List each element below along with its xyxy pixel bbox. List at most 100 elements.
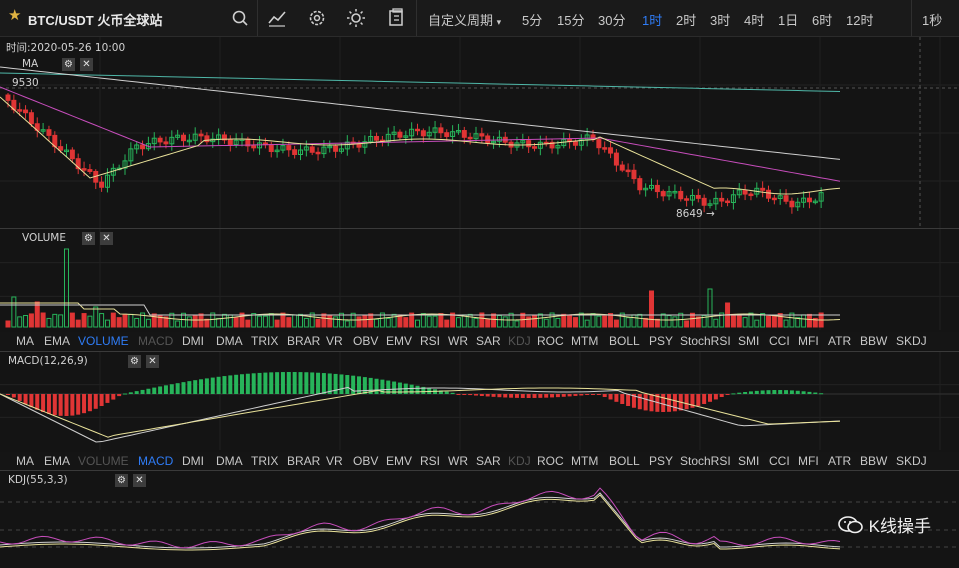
period-1s[interactable]: 1秒 [922,10,942,29]
macd-close-icon[interactable]: ✕ [146,355,159,368]
macd-histogram-bar [228,375,233,394]
indicator-tab-bbw[interactable]: BBW [860,334,887,348]
macd-histogram-bar [778,390,783,394]
indicator-tab-wr[interactable]: WR [448,334,468,348]
chart-type-icon[interactable] [266,7,288,29]
volume-bar [327,315,333,328]
indicator-tab-sar[interactable]: SAR [476,334,501,348]
ma-line-long [0,72,841,92]
indicator-tab-stochrsi[interactable]: StochRSI [680,454,731,468]
indicator-tab-sar[interactable]: SAR [476,454,501,468]
indicator-tab-kdj[interactable]: KDJ [508,334,531,348]
indicator-tab-psy[interactable]: PSY [649,334,673,348]
indicator-tab-stochrsi[interactable]: StochRSI [680,334,731,348]
candle [608,147,614,154]
indicator-tab-cci[interactable]: CCI [769,334,790,348]
period-5m[interactable]: 5分 [522,10,542,29]
indicator-tab-mfi[interactable]: MFI [798,454,819,468]
indicator-tab-trix[interactable]: TRIX [251,334,278,348]
indicator-tab-cci[interactable]: CCI [769,454,790,468]
indicator-tab-ema[interactable]: EMA [44,334,70,348]
indicator-tab-emv[interactable]: EMV [386,454,412,468]
indicator-tab-atr[interactable]: ATR [828,454,851,468]
indicator-tab-smi[interactable]: SMI [738,454,759,468]
indicator-tab-kdj[interactable]: KDJ [508,454,531,468]
volume-bar [742,317,748,328]
macd-histogram-bar [766,390,771,394]
indicator-tab-roc[interactable]: ROC [537,454,564,468]
indicator-tab-vr[interactable]: VR [326,334,343,348]
indicator-tab-dmi[interactable]: DMI [182,334,204,348]
candle [771,197,777,201]
price-chart[interactable] [0,37,959,229]
period-1h[interactable]: 1时 [642,10,662,29]
indicator-tab-obv[interactable]: OBV [353,334,378,348]
kdj-settings-gear-icon[interactable]: ⚙ [115,474,128,487]
macd-histogram-bar [614,394,619,402]
indicator-tab-ma[interactable]: MA [16,454,34,468]
ma-close-icon[interactable]: ✕ [80,58,93,71]
layout-icon[interactable] [385,7,407,29]
search-icon[interactable] [229,7,251,29]
macd-settings-gear-icon[interactable]: ⚙ [128,355,141,368]
indicator-tab-smi[interactable]: SMI [738,334,759,348]
macd-histogram-bar [760,390,765,394]
indicator-tab-vr[interactable]: VR [326,454,343,468]
period-12h[interactable]: 12时 [846,10,873,29]
indicator-tab-volume[interactable]: VOLUME [78,334,129,348]
indicator-tab-wr[interactable]: WR [448,454,468,468]
indicator-tab-mfi[interactable]: MFI [798,334,819,348]
indicator-tab-macd[interactable]: MACD [138,334,173,348]
favorite-star-icon[interactable]: ★ [8,8,24,24]
indicator-tab-atr[interactable]: ATR [828,334,851,348]
period-30m[interactable]: 30分 [598,10,625,29]
theme-sun-icon[interactable] [345,7,367,29]
indicator-tab-boll[interactable]: BOLL [609,454,640,468]
indicator-tab-dmi[interactable]: DMI [182,454,204,468]
period-15m[interactable]: 15分 [557,10,584,29]
indicator-tab-emv[interactable]: EMV [386,334,412,348]
macd-histogram-bar [643,394,648,411]
indicator-tab-ema[interactable]: EMA [44,454,70,468]
period-6h[interactable]: 6时 [812,10,832,29]
volume-bar [274,319,280,328]
indicator-tab-skdj[interactable]: SKDJ [896,454,927,468]
indicator-tab-rsi[interactable]: RSI [420,334,440,348]
indicator-tab-roc[interactable]: ROC [537,334,564,348]
indicator-tab-psy[interactable]: PSY [649,454,673,468]
gear-icon[interactable] [306,7,328,29]
indicator-tab-brar[interactable]: BRAR [287,334,320,348]
indicator-tab-volume[interactable]: VOLUME [78,454,129,468]
candle [806,197,812,203]
kdj-indicator-label: KDJ(55,3,3) [8,474,68,486]
indicator-tab-trix[interactable]: TRIX [251,454,278,468]
period-3h[interactable]: 3时 [710,10,730,29]
indicator-tab-mtm[interactable]: MTM [571,454,598,468]
indicator-tab-macd[interactable]: MACD [138,454,173,468]
period-4h[interactable]: 4时 [744,10,764,29]
indicator-tab-ma[interactable]: MA [16,334,34,348]
indicator-tab-mtm[interactable]: MTM [571,334,598,348]
volume-bar [292,314,298,328]
indicator-tab-brar[interactable]: BRAR [287,454,320,468]
kdj-close-icon[interactable]: ✕ [133,474,146,487]
indicator-tab-rsi[interactable]: RSI [420,454,440,468]
volume-close-icon[interactable]: ✕ [100,232,113,245]
volume-chart[interactable] [0,229,959,330]
indicator-tab-dma[interactable]: DMA [216,454,243,468]
indicator-tab-bbw[interactable]: BBW [860,454,887,468]
indicator-tab-skdj[interactable]: SKDJ [896,334,927,348]
volume-bar [444,319,450,328]
custom-period-dropdown[interactable]: 自定义周期 ▾ [428,10,501,29]
macd-chart[interactable] [0,352,959,450]
period-1d[interactable]: 1日 [778,10,798,29]
indicator-tab-boll[interactable]: BOLL [609,334,640,348]
indicator-tab-dma[interactable]: DMA [216,334,243,348]
ma-settings-gear-icon[interactable]: ⚙ [62,58,75,71]
candle [140,144,146,150]
volume-settings-gear-icon[interactable]: ⚙ [82,232,95,245]
period-2h[interactable]: 2时 [676,10,696,29]
volume-bar [122,314,128,328]
symbol-title[interactable]: BTC/USDT 火币全球站 [28,10,162,29]
indicator-tab-obv[interactable]: OBV [353,454,378,468]
